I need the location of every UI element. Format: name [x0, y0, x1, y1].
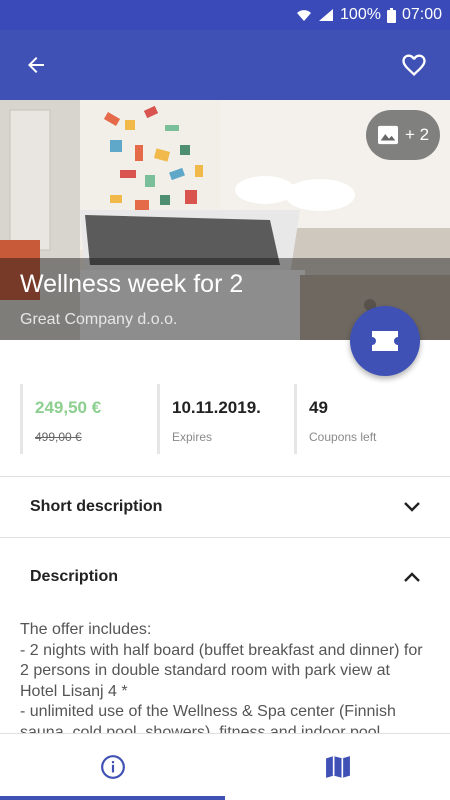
short-description-toggle[interactable]: Short description: [0, 477, 450, 537]
info-icon: [100, 755, 125, 779]
chevron-down-icon: [404, 502, 420, 512]
gallery-button[interactable]: + 2: [366, 110, 440, 160]
hero-image[interactable]: Wellness week for 2 Great Company d.o.o.…: [0, 100, 450, 340]
back-arrow-icon: [28, 57, 44, 73]
clock: 07:00: [401, 6, 442, 23]
tab-selected-indicator: [0, 796, 225, 800]
gallery-count: + 2: [404, 125, 430, 144]
battery-icon: [386, 7, 396, 23]
ticket-icon: [372, 331, 398, 351]
bottom-navigation: [0, 733, 450, 800]
price-block: 249,50 € 499,00 €: [20, 384, 157, 454]
coupons-block: 49 Coupons left: [294, 384, 431, 454]
signal-icon: [318, 8, 334, 22]
current-price: 249,50 €: [35, 398, 102, 417]
image-icon: [377, 125, 398, 145]
expires-date: 10.11.2019.: [172, 398, 261, 417]
coupons-count: 49: [309, 398, 328, 417]
description-text: The offer includes: - 2 nights with half…: [20, 621, 423, 733]
tab-map[interactable]: [225, 734, 450, 800]
map-icon: [325, 756, 350, 778]
wifi-icon: [296, 8, 312, 22]
description-label: Description: [30, 568, 119, 585]
divider: [0, 537, 450, 538]
battery-level: 100%: [340, 6, 381, 23]
chevron-up-icon: [404, 572, 420, 582]
tab-info[interactable]: [0, 734, 225, 800]
original-price: 499,00 €: [35, 430, 82, 444]
status-bar: 100% 07:00: [0, 0, 450, 30]
company-name: Great Company d.o.o.: [20, 311, 178, 328]
coupons-label: Coupons left: [309, 430, 377, 444]
favorite-button[interactable]: [398, 49, 430, 81]
short-description-label: Short description: [30, 498, 163, 515]
description-toggle[interactable]: Description: [0, 547, 450, 607]
heart-outline-icon: [402, 54, 426, 76]
back-button[interactable]: [20, 49, 52, 81]
expires-label: Expires: [172, 430, 213, 444]
offer-title: Wellness week for 2: [20, 270, 244, 298]
coupon-fab[interactable]: [350, 306, 420, 376]
offer-stats: 249,50 € 499,00 € 10.11.2019. Expires 49…: [20, 384, 440, 454]
expires-block: 10.11.2019. Expires: [157, 384, 294, 454]
app-bar: [0, 30, 450, 100]
